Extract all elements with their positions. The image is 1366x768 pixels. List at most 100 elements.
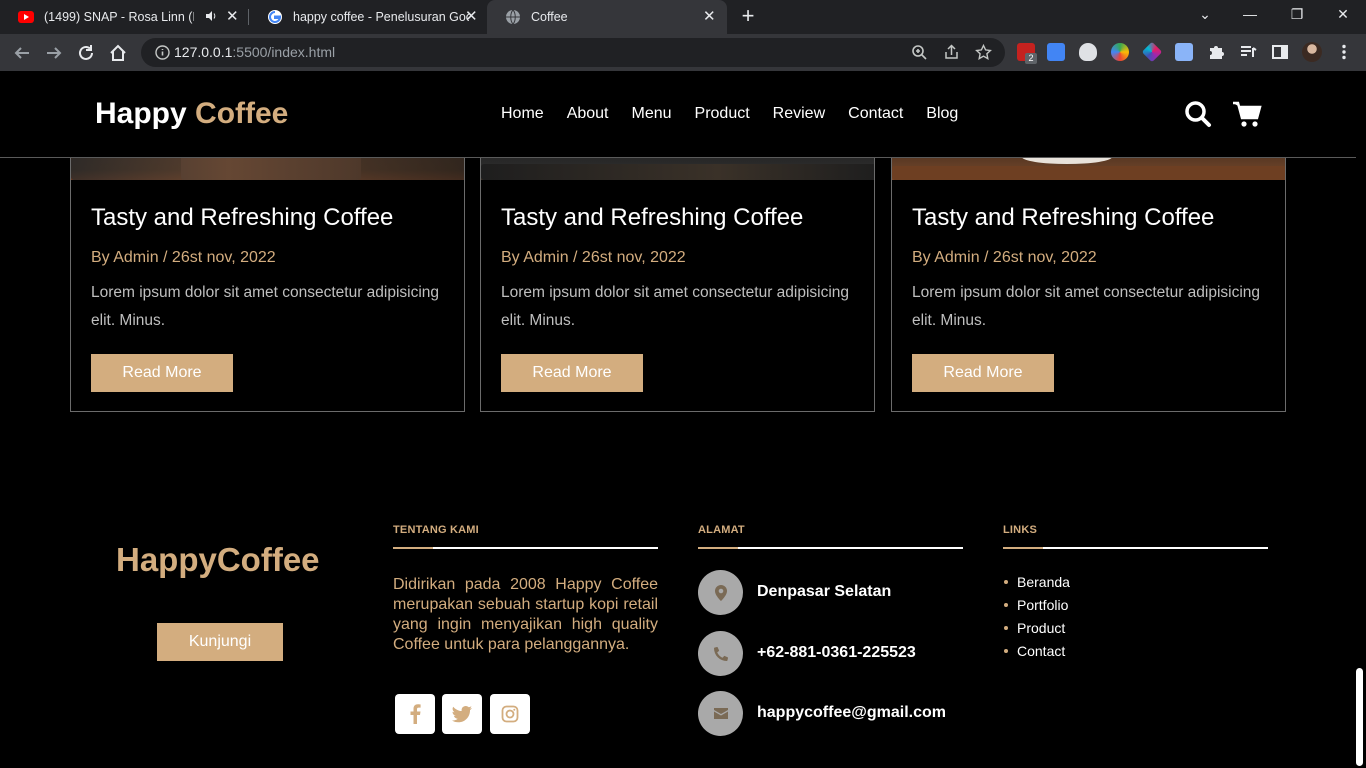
- nav-product[interactable]: Product: [695, 105, 750, 123]
- logo-accent-text: Coffee: [195, 97, 289, 130]
- nav-review[interactable]: Review: [773, 105, 825, 123]
- share-icon[interactable]: [943, 44, 960, 61]
- read-more-button[interactable]: Read More: [912, 354, 1054, 392]
- browser-toolbar: 127.0.0.1:5500/index.html 2: [0, 34, 1366, 71]
- shield-icon[interactable]: [1079, 43, 1097, 61]
- blog-excerpt: Lorem ipsum dolor sit amet consectetur a…: [91, 284, 440, 329]
- search-icon[interactable]: [1184, 100, 1212, 128]
- close-tab-icon[interactable]: ✕: [703, 9, 716, 25]
- color-picker-icon[interactable]: [1111, 43, 1129, 61]
- footer-link-beranda[interactable]: Beranda: [1003, 573, 1070, 596]
- blog-card: Tasty and Refreshing Coffee By Admin / 2…: [70, 129, 465, 412]
- site-info-icon[interactable]: [155, 45, 170, 60]
- about-heading: TENTANG KAMI: [393, 524, 479, 536]
- scrollbar-thumb[interactable]: [1356, 668, 1363, 766]
- envelope-icon: [698, 691, 743, 736]
- url-text: 127.0.0.1:5500/index.html: [174, 44, 335, 60]
- blog-title: Tasty and Refreshing Coffee: [912, 204, 1215, 231]
- tab-title: Coffee: [531, 10, 568, 24]
- nav-home[interactable]: Home: [501, 105, 544, 123]
- footer-links: Beranda Portfolio Product Contact: [1003, 573, 1070, 665]
- tab-youtube[interactable]: (1499) SNAP - Rosa Linn (Lirik ✕: [0, 0, 248, 34]
- blog-meta: By Admin / 26st nov, 2022: [91, 249, 276, 266]
- address-heading: ALAMAT: [698, 524, 745, 536]
- heading-underline: [698, 547, 963, 549]
- phone-text: +62-881-0361-225523: [757, 644, 916, 661]
- close-window-icon[interactable]: ✕: [1333, 6, 1353, 23]
- zoom-icon[interactable]: [911, 44, 928, 61]
- address-item: Denpasar Selatan: [698, 570, 978, 616]
- minimize-icon[interactable]: —: [1240, 6, 1260, 22]
- about-text: Didirikan pada 2008 Happy Coffee merupak…: [393, 576, 658, 653]
- tab-google-search[interactable]: happy coffee - Penelusuran Goog ✕: [249, 0, 487, 34]
- google-icon: [267, 9, 283, 25]
- tab-coffee[interactable]: Coffee ✕: [487, 0, 727, 34]
- blog-meta: By Admin / 26st nov, 2022: [501, 249, 686, 266]
- translate-icon[interactable]: [1047, 43, 1065, 61]
- globe-icon: [505, 9, 521, 25]
- colorzilla-icon[interactable]: [1141, 41, 1163, 63]
- nav-menu[interactable]: Menu: [632, 105, 672, 123]
- tab-title: happy coffee - Penelusuran Goog: [293, 10, 469, 24]
- blog-card: Tasty and Refreshing Coffee By Admin / 2…: [891, 129, 1286, 412]
- map-pin-icon: [698, 570, 743, 615]
- visit-button[interactable]: Kunjungi: [157, 623, 283, 661]
- blog-meta: By Admin / 26st nov, 2022: [912, 249, 1097, 266]
- new-tab-icon[interactable]: +: [738, 5, 758, 27]
- links-heading: LINKS: [1003, 524, 1037, 536]
- blog-title: Tasty and Refreshing Coffee: [501, 204, 804, 231]
- heading-underline: [1003, 547, 1268, 549]
- close-tab-icon[interactable]: ✕: [465, 9, 478, 25]
- chevron-down-icon[interactable]: ⌄: [1195, 6, 1215, 23]
- logo-main-text: Happy: [95, 97, 187, 130]
- media-queue-icon[interactable]: [1239, 43, 1257, 61]
- site-logo[interactable]: Happy Coffee: [95, 97, 288, 131]
- site-header: Happy Coffee Home About Menu Product Rev…: [0, 71, 1356, 158]
- url-host: 127.0.0.1: [174, 44, 233, 60]
- browser-tab-strip: (1499) SNAP - Rosa Linn (Lirik ✕ happy c…: [0, 0, 1366, 34]
- facebook-icon[interactable]: [395, 694, 435, 734]
- bookmark-star-icon[interactable]: [975, 43, 992, 61]
- email-text: happycoffee@gmail.com: [757, 704, 946, 721]
- menu-kebab-icon[interactable]: [1335, 43, 1353, 61]
- nav-contact[interactable]: Contact: [848, 105, 903, 123]
- forward-icon[interactable]: [43, 42, 65, 64]
- footer-link-contact[interactable]: Contact: [1003, 642, 1070, 665]
- footer-link-product[interactable]: Product: [1003, 619, 1070, 642]
- blog-excerpt: Lorem ipsum dolor sit amet consectetur a…: [501, 284, 850, 329]
- side-panel-icon[interactable]: [1271, 43, 1289, 61]
- blog-title: Tasty and Refreshing Coffee: [91, 204, 394, 231]
- webpage: Tasty and Refreshing Coffee By Admin / 2…: [0, 71, 1366, 768]
- blog-card: Tasty and Refreshing Coffee By Admin / 2…: [480, 129, 875, 412]
- nav-blog[interactable]: Blog: [926, 105, 958, 123]
- main-nav: Home About Menu Product Review Contact B…: [501, 105, 981, 123]
- read-more-button[interactable]: Read More: [501, 354, 643, 392]
- youtube-icon: [18, 9, 34, 25]
- blog-excerpt: Lorem ipsum dolor sit amet consectetur a…: [912, 284, 1261, 329]
- restore-icon[interactable]: ❐: [1287, 6, 1307, 23]
- home-icon[interactable]: [107, 42, 129, 64]
- footer-brand: HappyCoffee: [116, 541, 320, 578]
- docs-icon[interactable]: [1175, 43, 1193, 61]
- puzzle-icon[interactable]: [1207, 43, 1225, 61]
- address-bar[interactable]: 127.0.0.1:5500/index.html: [141, 38, 1005, 67]
- address-text: Denpasar Selatan: [757, 583, 892, 600]
- address-item: happycoffee@gmail.com: [698, 691, 978, 737]
- url-path: :5500/index.html: [232, 44, 336, 60]
- extension-badge: 2: [1025, 53, 1037, 64]
- close-tab-icon[interactable]: ✕: [226, 9, 239, 25]
- profile-avatar[interactable]: [1302, 42, 1322, 62]
- phone-icon: [698, 631, 743, 676]
- instagram-icon[interactable]: [490, 694, 530, 734]
- back-icon[interactable]: [11, 42, 33, 64]
- nav-about[interactable]: About: [567, 105, 609, 123]
- cart-icon[interactable]: [1232, 100, 1262, 128]
- tab-title: (1499) SNAP - Rosa Linn (Lirik: [44, 10, 194, 24]
- twitter-icon[interactable]: [442, 694, 482, 734]
- audio-icon[interactable]: [205, 10, 217, 22]
- heading-underline: [393, 547, 658, 549]
- reload-icon[interactable]: [75, 42, 97, 64]
- read-more-button[interactable]: Read More: [91, 354, 233, 392]
- address-item: +62-881-0361-225523: [698, 631, 978, 677]
- footer-link-portfolio[interactable]: Portfolio: [1003, 596, 1070, 619]
